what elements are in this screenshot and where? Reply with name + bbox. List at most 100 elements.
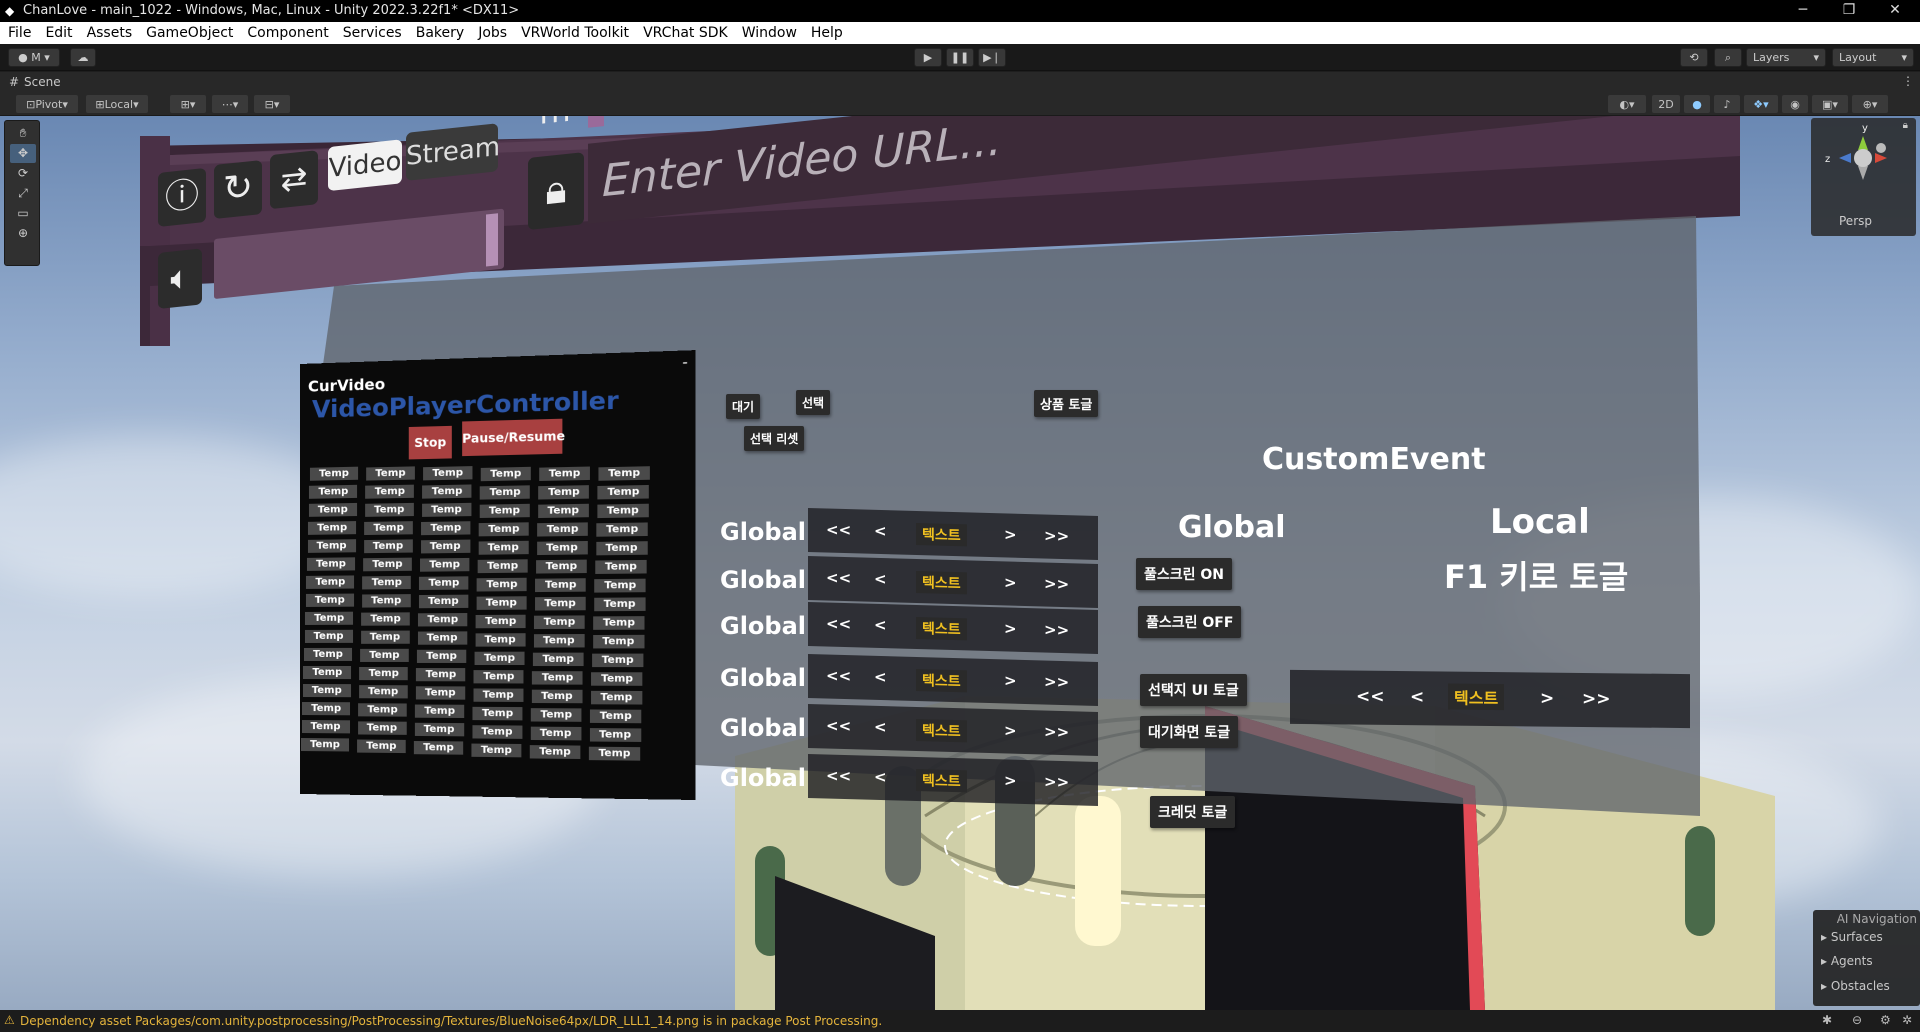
temp-cell[interactable]: Temp [594,597,645,611]
row-last-button[interactable]: >> [1044,621,1069,640]
layout-dropdown[interactable]: Layout ▾ [1832,48,1914,67]
temp-cell[interactable]: Temp [414,741,463,755]
local-next-button[interactable]: > [1540,689,1554,709]
temp-cell[interactable]: Temp [309,485,357,499]
temp-cell[interactable]: Temp [359,685,408,698]
temp-cell[interactable]: Temp [364,540,413,554]
temp-cell[interactable]: Temp [530,726,581,740]
temp-cell[interactable]: Temp [597,504,648,518]
temp-cell[interactable]: Temp [475,651,525,664]
temp-cell[interactable]: Temp [479,522,529,536]
temp-cell[interactable]: Temp [598,485,649,499]
row-next-button[interactable]: > [1004,771,1017,789]
snap-increment-button[interactable]: ⋯▾ [212,95,248,113]
temp-cell[interactable]: Temp [308,539,356,553]
local-first-button[interactable]: << [1356,687,1385,707]
lock-icon[interactable]: 🔒︎ [1903,120,1908,131]
temp-cell[interactable]: Temp [419,595,468,609]
temp-cell[interactable]: Temp [310,467,358,481]
menu-services[interactable]: Services [343,25,402,41]
temp-cell[interactable]: Temp [303,666,351,679]
temp-cell[interactable]: Temp [366,485,415,499]
local-dropdown[interactable]: ⊞ Local ▾ [86,95,148,113]
transform-tool[interactable]: ⊕ [10,224,36,243]
temp-cell[interactable]: Temp [362,594,411,607]
step-button[interactable]: ▶❘ [978,48,1006,67]
pivot-dropdown[interactable]: ⊡ Pivot ▾ [16,95,78,113]
pause-button[interactable]: ❚❚ [946,48,974,67]
menu-help[interactable]: Help [811,25,843,41]
temp-cell[interactable]: Temp [534,615,585,629]
fullscreen-off-button[interactable]: 풀스크린 OFF [1138,606,1241,638]
loop-button[interactable]: ⇄ [270,150,318,209]
temp-cell[interactable]: Temp [596,541,647,555]
temp-cell[interactable]: Temp [414,723,463,737]
temp-cell[interactable]: Temp [589,747,640,761]
temp-cell[interactable]: Temp [418,613,467,626]
temp-cell[interactable]: Temp [305,612,353,625]
temp-cell[interactable]: Temp [366,467,415,481]
2d-toggle[interactable]: 2D [1652,95,1680,113]
layers-dropdown[interactable]: Layers ▾ [1746,48,1826,67]
temp-cell[interactable]: Temp [530,745,581,759]
stream-tab[interactable]: Stream [406,123,498,181]
menu-vrworld-toolkit[interactable]: VRWorld Toolkit [521,25,629,41]
standby-toggle-button[interactable]: 대기화면 토글 [1140,716,1238,748]
play-button[interactable]: ▶ [914,48,942,67]
gizmos-button[interactable]: ⊕▾ [1852,95,1888,113]
intro-ui-toggle-button[interactable]: 선택지 UI 토글 [1140,674,1247,706]
temp-cell[interactable]: Temp [471,743,521,757]
temp-cell[interactable]: Temp [591,672,642,686]
orientation-gizmo[interactable]: y z 🔒︎ Persp [1811,118,1916,236]
temp-cell[interactable]: Temp [363,558,412,572]
temp-cell[interactable]: Temp [593,616,644,630]
temp-cell[interactable]: Temp [421,522,470,536]
temp-cell[interactable]: Temp [360,649,409,662]
select-reset-button[interactable]: 선택 리셋 [744,426,804,451]
temp-cell[interactable]: Temp [475,633,525,646]
temp-cell[interactable]: Temp [536,559,587,573]
temp-cell[interactable]: Temp [421,540,470,554]
row-first-button[interactable]: << [826,716,851,735]
minimize-icon[interactable]: - [682,355,687,372]
row-last-button[interactable]: >> [1044,575,1069,594]
temp-cell[interactable]: Temp [538,504,589,518]
row-prev-button[interactable]: < [874,768,887,786]
temp-cell[interactable]: Temp [416,687,465,700]
row-prev-button[interactable]: < [874,522,887,540]
stop-button[interactable]: Stop [409,426,452,460]
scene-tab[interactable]: Scene [24,75,61,89]
reload-button[interactable]: ↻ [214,160,262,219]
menu-file[interactable]: File [8,25,31,41]
ai-nav-surfaces[interactable]: ▸ Surfaces [1821,930,1883,944]
menu-assets[interactable]: Assets [87,25,133,41]
queue-scroll[interactable] [588,116,604,128]
menu-window[interactable]: Window [742,25,797,41]
temp-cell[interactable]: Temp [592,654,643,668]
temp-cell[interactable]: Temp [302,720,350,733]
temp-cell[interactable]: Temp [423,466,472,480]
temp-cell[interactable]: Temp [531,708,582,722]
temp-cell[interactable]: Temp [476,596,526,610]
visibility-toggle[interactable]: ◉ [1782,95,1808,113]
row-prev-button[interactable]: < [874,718,887,736]
debug-icon[interactable]: ⚙ [1880,1013,1891,1027]
temp-cell[interactable]: Temp [305,630,353,643]
video-tab[interactable]: Video [328,139,402,191]
temp-cell[interactable]: Temp [478,540,528,554]
rect-tool[interactable]: ▭ [10,204,36,223]
temp-cell[interactable]: Temp [532,689,583,703]
fullscreen-on-button[interactable]: 풀스크린 ON [1136,558,1232,590]
row-first-button[interactable]: << [826,568,851,587]
scale-tool[interactable]: ⤢ [10,184,36,203]
url-input[interactable]: Enter Video URL... [588,116,1628,224]
row-prev-button[interactable]: < [874,668,887,686]
temp-cell[interactable]: Temp [534,634,585,648]
temp-cell[interactable]: Temp [415,705,464,718]
row-next-button[interactable]: > [1004,671,1017,689]
row-first-button[interactable]: << [826,766,851,785]
temp-cell[interactable]: Temp [535,578,586,592]
temp-cell[interactable]: Temp [364,521,413,535]
bug-icon[interactable]: ✱ [1822,1013,1832,1027]
temp-cell[interactable]: Temp [472,725,522,739]
